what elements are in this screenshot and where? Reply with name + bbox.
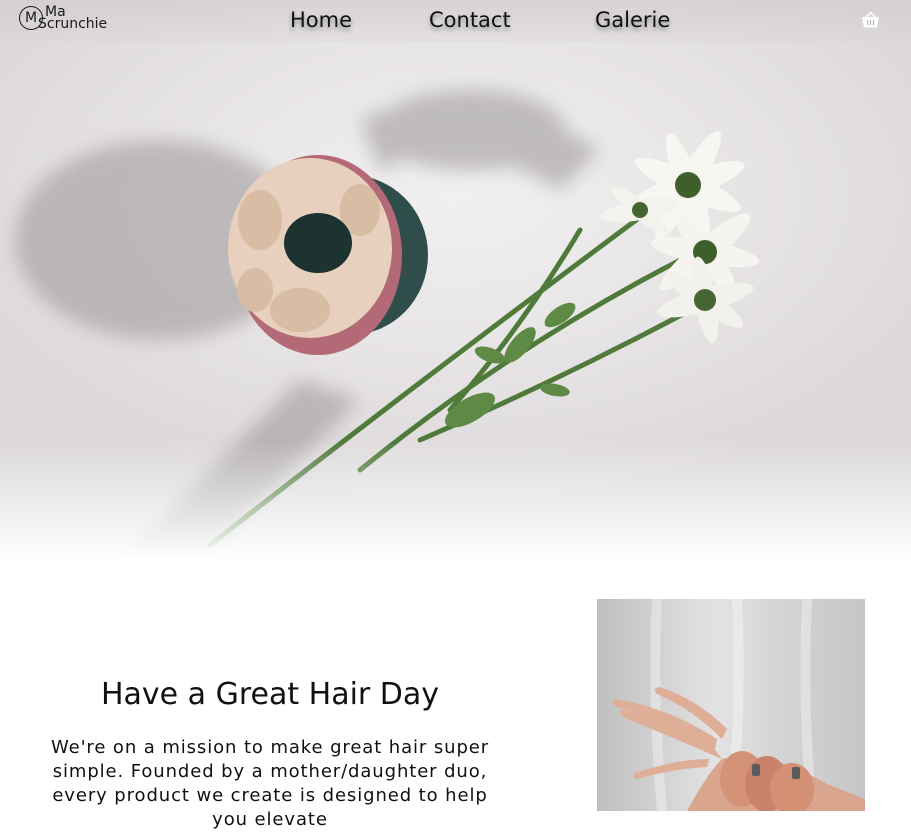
top-nav-bar: M Ma Scrunchie Home Contact Galerie: [0, 0, 911, 42]
about-section: Have a Great Hair Day We're on a mission…: [40, 676, 500, 832]
section-description: We're on a mission to make great hair su…: [50, 737, 490, 830]
cart-button[interactable]: [861, 11, 880, 29]
hero-fade: [0, 440, 911, 560]
hand-illustration: [612, 599, 865, 811]
logo-wordmark: Ma Scrunchie: [38, 5, 107, 31]
section-title: Have a Great Hair Day: [100, 677, 440, 712]
nav-link-contact[interactable]: Contact: [429, 6, 511, 34]
hero-image: [0, 0, 911, 560]
nav-link-home[interactable]: Home: [290, 6, 352, 34]
nav-link-galerie[interactable]: Galerie: [595, 6, 670, 34]
basket-icon: [862, 11, 879, 28]
product-photo: [597, 599, 865, 811]
logo-line-2: Scrunchie: [38, 16, 108, 32]
brand-logo[interactable]: M Ma Scrunchie: [19, 5, 129, 35]
